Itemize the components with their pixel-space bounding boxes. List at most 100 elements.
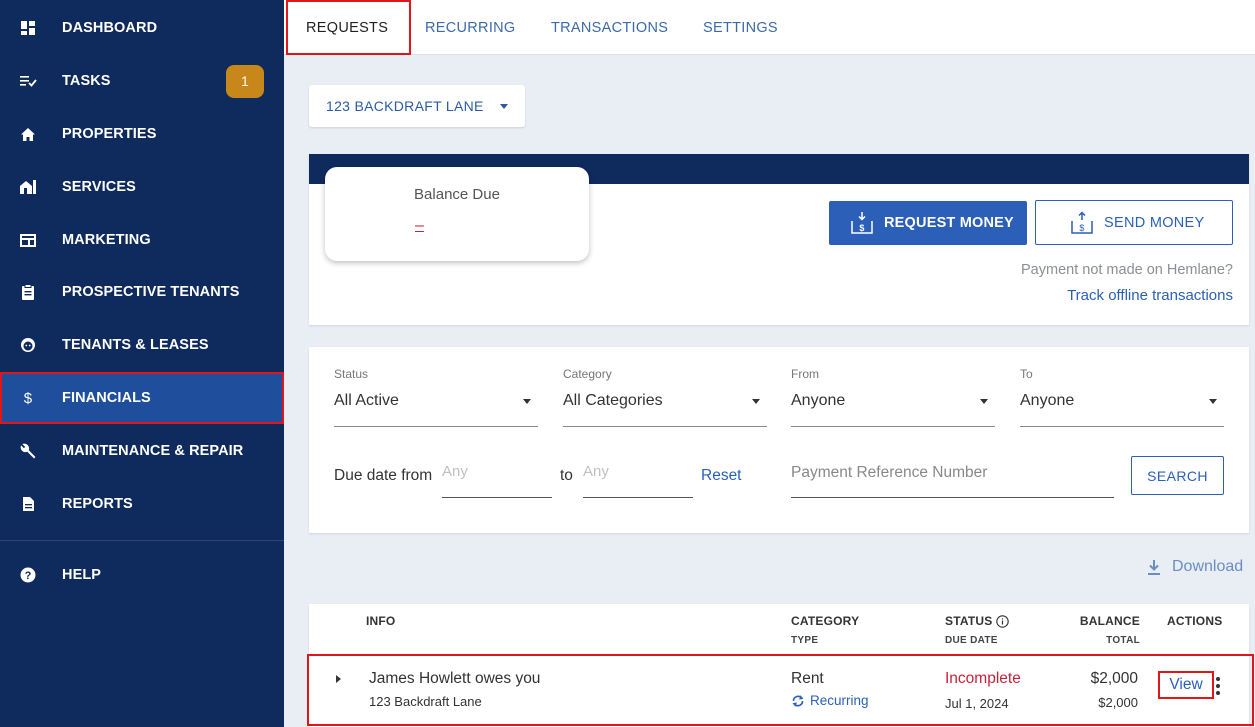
sidebar-item-financials[interactable]: $ FINANCIALS — [0, 372, 284, 424]
send-money-button[interactable]: $ SEND MONEY — [1035, 200, 1233, 245]
tab-transactions[interactable]: TRANSACTIONS — [551, 0, 668, 55]
row-total: $2,000 — [1098, 695, 1138, 710]
to-filter[interactable]: To Anyone — [1020, 365, 1224, 427]
marketing-icon — [18, 230, 38, 250]
row-type: Recurring — [791, 693, 869, 708]
tab-bar: REQUESTS RECURRING TRANSACTIONS SETTINGS — [284, 0, 1255, 55]
payment-reference-input[interactable]: Payment Reference Number — [791, 453, 1114, 498]
sidebar-item-tenants-leases[interactable]: TENANTS & LEASES — [0, 319, 284, 371]
expand-row-icon[interactable] — [336, 675, 341, 683]
download-button[interactable]: Download — [1146, 558, 1243, 576]
to-filter-value: Anyone — [1020, 392, 1075, 409]
from-filter-label: From — [791, 367, 819, 381]
document-icon — [18, 494, 38, 514]
due-date-from-label: Due date from — [334, 467, 433, 484]
property-select-value: 123 BACKDRAFT LANE — [326, 98, 484, 114]
row-address: 123 Backdraft Lane — [369, 694, 482, 709]
status-filter-label: Status — [334, 367, 369, 381]
row-due-date: Jul 1, 2024 — [945, 696, 1009, 711]
download-icon — [1148, 559, 1160, 575]
send-money-label: SEND MONEY — [1104, 214, 1205, 231]
category-filter-label: Category — [563, 367, 612, 381]
sidebar-item-help[interactable]: ? HELP — [0, 549, 284, 601]
reset-link[interactable]: Reset — [701, 467, 742, 485]
recurring-icon — [792, 694, 804, 707]
sidebar-item-properties[interactable]: PROPERTIES — [0, 108, 284, 160]
sidebar-item-dashboard[interactable]: DASHBOARD — [0, 2, 284, 54]
services-icon — [18, 177, 38, 197]
tasks-count-badge: 1 — [226, 64, 264, 98]
chevron-down-icon — [523, 399, 531, 404]
info-icon[interactable] — [996, 614, 1010, 628]
requests-table: INFO CATEGORY TYPE STATUS DUE DATE BALAN… — [307, 604, 1254, 727]
tab-requests[interactable]: REQUESTS — [286, 0, 411, 55]
status-filter-value: All Active — [334, 392, 399, 409]
sidebar-item-marketing[interactable]: MARKETING — [0, 214, 284, 266]
download-label: Download — [1172, 558, 1244, 575]
dollar-icon: $ — [23, 389, 33, 407]
tasks-icon — [18, 71, 38, 91]
column-header-info: INFO — [366, 614, 396, 628]
chevron-down-icon — [499, 103, 508, 109]
search-button[interactable]: SEARCH — [1131, 456, 1224, 495]
dashboard-icon — [18, 18, 38, 38]
column-header-category: CATEGORY — [791, 614, 860, 628]
sidebar-item-label: DASHBOARD — [62, 20, 158, 36]
balance-due-title: Balance Due — [414, 186, 500, 203]
help-icon: ? — [18, 565, 38, 585]
from-filter-value: Anyone — [791, 392, 846, 409]
sidebar-item-label: SERVICES — [62, 179, 136, 195]
sidebar-item-label: TENANTS & LEASES — [62, 337, 209, 353]
sidebar-item-label: FINANCIALS — [62, 390, 151, 406]
sidebar-item-tasks[interactable]: TASKS 1 — [0, 55, 284, 107]
more-options-icon[interactable] — [1214, 677, 1222, 695]
category-filter-value: All Categories — [563, 392, 663, 409]
sidebar-item-maintenance-repair[interactable]: MAINTENANCE & REPAIR — [0, 425, 284, 477]
sidebar-item-reports[interactable]: REPORTS — [0, 478, 284, 530]
track-offline-link[interactable]: Track offline transactions — [1067, 287, 1233, 304]
request-money-label: REQUEST MONEY — [884, 215, 1014, 231]
sidebar-item-label: TASKS — [62, 73, 111, 89]
sidebar-item-prospective-tenants[interactable]: PROSPECTIVE TENANTS — [0, 266, 284, 318]
table-row[interactable]: James Howlett owes you 123 Backdraft Lan… — [307, 654, 1254, 726]
due-date-from-input[interactable]: Any — [442, 453, 552, 498]
offline-payment-note: Payment not made on Hemlane? — [1021, 262, 1233, 278]
column-subheader-total: TOTAL — [1106, 635, 1140, 646]
clipboard-icon — [18, 282, 38, 302]
tab-recurring[interactable]: RECURRING — [425, 0, 516, 55]
view-button[interactable]: View — [1158, 671, 1214, 699]
tab-settings[interactable]: SETTINGS — [703, 0, 778, 55]
chevron-down-icon — [1209, 399, 1217, 404]
sidebar-item-label: HELP — [62, 567, 102, 583]
sidebar-item-label: MARKETING — [62, 232, 151, 248]
sidebar-item-label: PROSPECTIVE TENANTS — [62, 284, 240, 300]
property-select[interactable]: 123 BACKDRAFT LANE — [309, 85, 525, 127]
sidebar-item-services[interactable]: SERVICES — [0, 161, 284, 213]
svg-text:$: $ — [859, 223, 864, 233]
row-category: Rent — [791, 670, 824, 687]
filters-panel: Status All Active Category All Categorie… — [309, 347, 1249, 533]
svg-text:?: ? — [25, 570, 32, 582]
column-header-actions: ACTIONS — [1167, 614, 1223, 628]
due-date-to-input[interactable]: Any — [583, 453, 693, 498]
sidebar-item-label: MAINTENANCE & REPAIR — [62, 443, 244, 459]
request-money-button[interactable]: $ REQUEST MONEY — [829, 201, 1027, 245]
balance-due-value[interactable]: – — [415, 217, 424, 235]
sidebar-divider — [0, 540, 284, 541]
row-type-label: Recurring — [810, 693, 869, 708]
from-filter[interactable]: From Anyone — [791, 365, 995, 427]
balance-panel: Balance Due – $ REQUEST MONEY $ SEND MON… — [309, 154, 1249, 325]
column-header-balance: BALANCE — [1079, 614, 1140, 628]
column-subheader-type: TYPE — [791, 635, 819, 646]
column-subheader-due-date: DUE DATE — [945, 635, 998, 646]
home-icon — [18, 124, 38, 144]
column-header-status: STATUS — [945, 614, 1010, 628]
status-filter[interactable]: Status All Active — [334, 365, 538, 427]
sidebar: DASHBOARD TASKS 1 PROPERTIES SERVICES MA… — [0, 0, 284, 727]
chevron-down-icon — [980, 399, 988, 404]
send-money-icon: $ — [1071, 210, 1093, 234]
category-filter[interactable]: Category All Categories — [563, 365, 767, 427]
row-info: James Howlett owes you — [369, 670, 541, 687]
row-status: Incomplete — [945, 670, 1021, 687]
row-balance: $2,000 — [1090, 670, 1138, 687]
